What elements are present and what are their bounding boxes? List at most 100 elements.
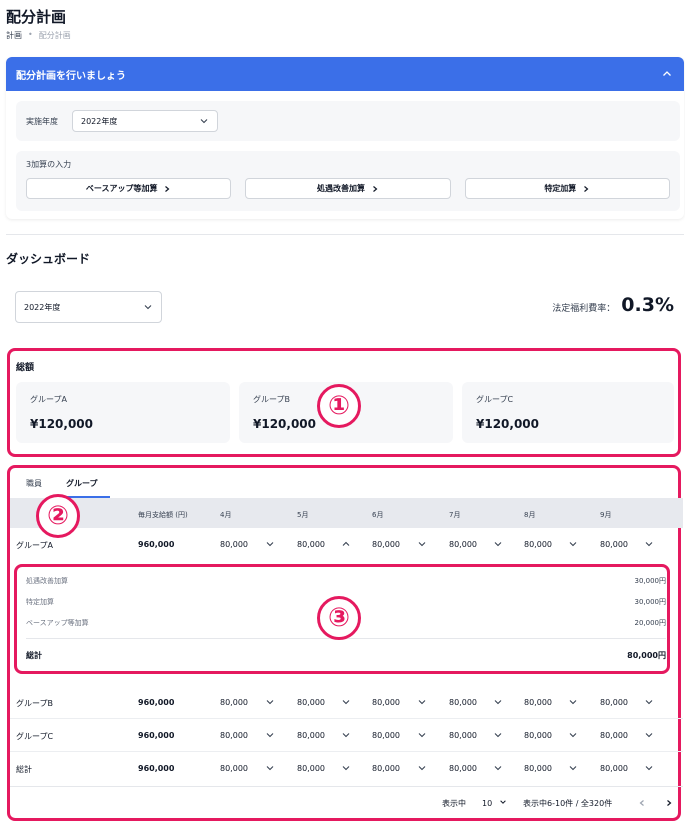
chevron-down-icon[interactable] xyxy=(568,730,578,740)
plan-panel-title: 配分計画を行いましょう xyxy=(16,70,126,82)
treatment-improvement-addition-label: 処遇改善加算 xyxy=(316,184,365,193)
month-value: 80,000 xyxy=(220,764,248,773)
chevron-down-icon[interactable] xyxy=(568,763,578,773)
breakdown-label: 処遇改善加算 xyxy=(26,577,68,585)
chevron-down-icon[interactable] xyxy=(265,697,275,707)
annotation-number-1: ① xyxy=(317,384,361,428)
chevron-down-icon[interactable] xyxy=(493,539,503,549)
base-up-addition-button[interactable]: ベースアップ等加算 xyxy=(26,178,232,199)
row-total: 960,000 xyxy=(138,764,175,773)
month-value: 80,000 xyxy=(220,731,248,740)
row-name: グループB xyxy=(16,699,54,708)
breakdown-value: 20,000円 xyxy=(634,619,667,627)
chevron-down-icon[interactable] xyxy=(265,730,275,740)
table-row-group-a[interactable]: グループA 960,000 80,000 80,000 80,000 80,00… xyxy=(10,528,683,560)
specific-addition-label: 特定加算 xyxy=(544,184,577,193)
chevron-left-icon[interactable] xyxy=(638,799,646,807)
breadcrumb: 計画 • 配分計画 xyxy=(6,30,71,41)
breakdown-value: 30,000円 xyxy=(634,577,667,585)
chevron-up-icon[interactable] xyxy=(660,67,674,81)
chevron-down-icon[interactable] xyxy=(417,763,427,773)
breadcrumb-item-plan[interactable]: 計画 xyxy=(6,30,22,41)
month-value: 80,000 xyxy=(600,764,628,773)
month-value: 80,000 xyxy=(524,698,552,707)
chevron-down-icon[interactable] xyxy=(644,539,654,549)
chevron-down-icon[interactable] xyxy=(265,539,275,549)
total-card-amount: ¥120,000 xyxy=(30,417,94,431)
dashboard-year-value: 2022年度 xyxy=(24,302,61,312)
month-value: 80,000 xyxy=(372,698,400,707)
month-value: 80,000 xyxy=(220,540,248,549)
month-value: 80,000 xyxy=(524,731,552,740)
welfare-rate-value: 0.3% xyxy=(621,294,674,316)
month-value: 80,000 xyxy=(372,731,400,740)
month-value: 80,000 xyxy=(372,764,400,773)
month-value: 80,000 xyxy=(524,540,552,549)
chevron-down-icon[interactable] xyxy=(493,697,503,707)
totals-title: 総額 xyxy=(16,363,35,373)
column-header-may: 5月 xyxy=(297,511,309,519)
month-value: 80,000 xyxy=(297,731,325,740)
chevron-down-icon[interactable] xyxy=(417,697,427,707)
row-name: 総計 xyxy=(16,765,32,774)
chevron-down-icon[interactable] xyxy=(568,539,578,549)
table-row-grand-total[interactable]: 総計 960,000 80,000 80,000 80,000 80,000 8… xyxy=(10,752,683,784)
annotation-number-3: ③ xyxy=(317,596,361,640)
dashboard-title: ダッシュボード xyxy=(6,252,91,266)
total-card-group-a: グループA ¥120,000 xyxy=(16,382,230,443)
month-value: 80,000 xyxy=(297,698,325,707)
pagination: 表示中 10 表示中6-10件 / 全320件 xyxy=(10,786,683,818)
additions-input-label: 3加算の入力 xyxy=(26,160,72,169)
chevron-down-icon[interactable] xyxy=(493,763,503,773)
column-header-july: 7月 xyxy=(449,511,461,519)
breakdown-value: 30,000円 xyxy=(634,598,667,606)
month-value: 80,000 xyxy=(449,731,477,740)
page-title: 配分計画 xyxy=(6,8,67,26)
table-row-group-b[interactable]: グループB 960,000 80,000 80,000 80,000 80,00… xyxy=(10,686,683,718)
total-card-amount: ¥120,000 xyxy=(476,417,540,431)
column-header-september: 9月 xyxy=(600,511,612,519)
chevron-right-icon xyxy=(584,185,589,192)
page-size-select[interactable]: 10 xyxy=(482,798,507,808)
chevron-down-icon[interactable] xyxy=(644,697,654,707)
page-size-value: 10 xyxy=(482,799,493,808)
chevron-down-icon[interactable] xyxy=(417,539,427,549)
chevron-down-icon[interactable] xyxy=(644,730,654,740)
chevron-down-icon[interactable] xyxy=(493,730,503,740)
chevron-down-icon[interactable] xyxy=(568,697,578,707)
welfare-rate-label: 法定福利費率： xyxy=(552,304,616,314)
dashboard-year-select[interactable]: 2022年度 xyxy=(15,291,162,323)
row-total: 960,000 xyxy=(138,540,175,549)
month-value: 80,000 xyxy=(449,764,477,773)
month-value: 80,000 xyxy=(600,540,628,549)
table-row-group-c[interactable]: グループC 960,000 80,000 80,000 80,000 80,00… xyxy=(10,719,683,751)
breakdown-total-value: 80,000円 xyxy=(627,651,666,660)
total-card-group-c: グループC ¥120,000 xyxy=(462,382,674,443)
chevron-down-icon[interactable] xyxy=(341,763,351,773)
total-card-name: グループA xyxy=(30,395,67,404)
chevron-up-icon[interactable] xyxy=(341,539,351,549)
breadcrumb-item-current: 配分計画 xyxy=(38,31,71,40)
page-range-text: 表示中6-10件 / 全320件 xyxy=(523,799,613,808)
breakdown-label: ベースアップ等加算 xyxy=(26,619,89,627)
chevron-down-icon[interactable] xyxy=(341,697,351,707)
plan-panel-header[interactable]: 配分計画を行いましょう xyxy=(6,57,684,91)
year-label: 実施年度 xyxy=(26,116,58,126)
breadcrumb-separator: • xyxy=(28,30,33,39)
chevron-down-icon[interactable] xyxy=(417,730,427,740)
year-select-value: 2022年度 xyxy=(81,116,118,126)
chevron-right-icon[interactable] xyxy=(665,799,673,807)
column-header-april: 4月 xyxy=(220,511,232,519)
chevron-down-icon[interactable] xyxy=(644,763,654,773)
year-select[interactable]: 2022年度 xyxy=(72,110,218,132)
total-card-name: グループC xyxy=(476,395,514,404)
section-divider xyxy=(6,234,684,235)
chevron-down-icon xyxy=(200,119,208,124)
column-header-june: 6月 xyxy=(372,511,384,519)
specific-addition-button[interactable]: 特定加算 xyxy=(464,178,670,199)
tab-staff[interactable]: 職員 xyxy=(14,470,54,498)
chevron-down-icon[interactable] xyxy=(265,763,275,773)
treatment-improvement-addition-button[interactable]: 処遇改善加算 xyxy=(245,178,451,199)
month-value: 80,000 xyxy=(600,731,628,740)
chevron-down-icon[interactable] xyxy=(341,730,351,740)
